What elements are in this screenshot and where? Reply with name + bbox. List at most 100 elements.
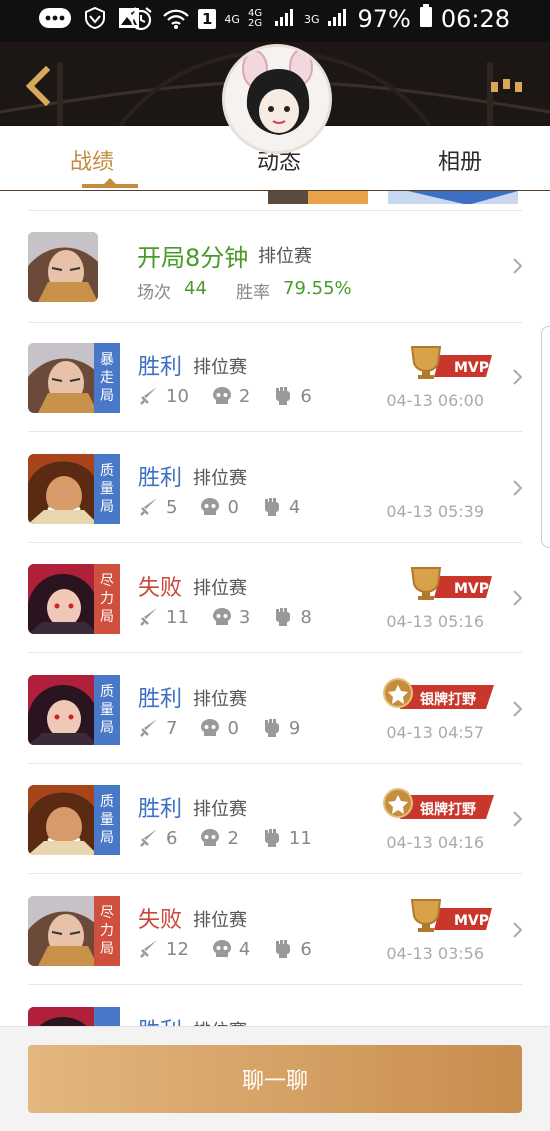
mode-tag: 尽力局 [94, 896, 120, 966]
mode-tag-char: 暴 [100, 352, 114, 368]
mode-tag: 尽力局 [94, 564, 120, 634]
match-result: 胜利 [138, 687, 183, 712]
kills: 5 [166, 496, 178, 518]
skull-icon [212, 387, 231, 404]
kills: 6 [166, 827, 178, 849]
deaths: 0 [227, 496, 239, 518]
signal-icon-2 [327, 5, 349, 33]
kills: 11 [166, 606, 189, 628]
scroll-indicator [541, 326, 550, 548]
kills: 7 [166, 717, 178, 739]
divider [28, 431, 522, 432]
tab-album[interactable]: 相册 [438, 144, 482, 176]
skull-icon [212, 608, 231, 625]
sword-icon [140, 608, 157, 626]
sword-icon [140, 719, 157, 737]
match-result: 胜利 [138, 466, 183, 491]
match-row[interactable]: 尽力局失败 排位赛 11 3 8 04-13 05:16 MVP [0, 544, 550, 654]
mode-tag-char: 局 [100, 609, 114, 625]
match-row[interactable]: 质量局胜利 排位赛 5 0 4 04-13 05:39 [0, 434, 550, 544]
summary-title: 开局8分钟 [137, 244, 249, 272]
match-row[interactable]: 尽力局失败 排位赛 12 4 6 04-13 03:56 MVP [0, 876, 550, 986]
battery-percent: 97% [357, 5, 411, 33]
chat-button[interactable]: 聊一聊 [28, 1045, 522, 1113]
sim-badge: 1 [197, 9, 217, 29]
chevron-right-icon [513, 811, 522, 827]
match-type: 排位赛 [193, 799, 247, 820]
more-button[interactable] [490, 76, 524, 96]
mvp-badge-icon: MVP [410, 899, 492, 932]
avatar[interactable] [222, 44, 332, 154]
kda: 10 2 6 [138, 385, 334, 407]
kills: 10 [166, 385, 189, 407]
match-type: 排位赛 [193, 357, 247, 378]
summary-row[interactable]: 开局8分钟 排位赛 场次 44 胜率 79.55% [0, 212, 550, 322]
assists: 6 [300, 385, 312, 407]
kda: 12 4 6 [138, 938, 334, 960]
mode-tag-char: 量 [100, 702, 114, 718]
fist-icon [276, 387, 291, 405]
mode-tag-char: 局 [100, 499, 114, 515]
silver-jungler-badge-icon: 银牌打野 [383, 678, 494, 709]
chevron-right-icon [513, 258, 522, 274]
deaths: 4 [238, 938, 251, 960]
match-time: 04-13 04:57 [386, 723, 484, 742]
skull-icon [212, 940, 231, 957]
network-4g: 4G [224, 12, 240, 26]
match-result: 胜利 [138, 797, 183, 822]
divider [28, 763, 522, 764]
matches-count: 44 [184, 278, 207, 299]
sword-icon [140, 940, 157, 958]
mode-tag-char: 局 [100, 720, 114, 736]
match-row[interactable]: 暴走局胜利 排位赛 10 2 6 04-13 06:00 MVP [0, 323, 550, 433]
hero-portrait [28, 896, 98, 966]
chevron-right-icon [513, 701, 522, 717]
hero-portrait [28, 785, 98, 855]
signal-icon [274, 5, 296, 33]
mvp-text: MVP [454, 360, 489, 376]
sword-icon [140, 387, 157, 405]
match-type: 排位赛 [193, 578, 247, 599]
kills: 12 [166, 938, 189, 960]
mode-tag: 质量局 [94, 785, 120, 855]
divider [28, 873, 522, 874]
match-result: 胜利 [138, 355, 183, 380]
match-time: 04-13 05:39 [386, 502, 484, 521]
assists: 11 [288, 827, 312, 849]
shield-icon [84, 6, 106, 30]
badge-text: 银牌打野 [420, 801, 476, 818]
mode-tag-char: 力 [100, 591, 114, 607]
match-time: 04-13 04:16 [386, 833, 484, 852]
network-3g: 3G [303, 12, 320, 26]
kda: 6 2 11 [138, 827, 334, 849]
tab-record[interactable]: 战绩 [70, 144, 114, 176]
skull-icon [201, 719, 220, 736]
network-4g-2g: 4G 2G [247, 8, 263, 29]
silver-jungler-badge-icon: 银牌打野 [383, 788, 494, 819]
skull-icon [201, 829, 220, 846]
winrate-label: 胜率 [236, 283, 270, 303]
assists: 6 [300, 938, 312, 960]
avatar-image [225, 47, 329, 151]
chevron-right-icon [513, 922, 522, 938]
mode-tag-char: 局 [100, 388, 114, 404]
match-result: 失败 [138, 576, 183, 601]
badge-text: 银牌打野 [420, 691, 476, 708]
match-time: 04-13 05:16 [386, 612, 484, 631]
assists: 8 [300, 606, 312, 628]
match-row[interactable]: 质量局胜利 排位赛 7 0 9 04-13 04:57 银牌打野 [0, 655, 550, 765]
wifi-icon [162, 8, 190, 30]
status-bar: 1 4G 4G 2G 3G 97% 06:28 [0, 0, 550, 42]
mode-tag-char: 尽 [100, 573, 114, 589]
fist-icon [276, 608, 291, 626]
mvp-badge-icon: MVP [410, 567, 492, 600]
partial-banner [268, 190, 518, 204]
kda: 7 0 9 [138, 717, 322, 739]
fist-icon [264, 719, 279, 737]
match-row[interactable]: 质量局胜利 排位赛 6 2 11 04-13 04:16 银牌打野 [0, 765, 550, 875]
alarm-icon [128, 6, 154, 32]
back-button[interactable] [20, 65, 56, 107]
hero-portrait [28, 564, 98, 634]
bottom-bar: 聊一聊 [0, 1026, 550, 1131]
match-type: 排位赛 [193, 468, 247, 489]
